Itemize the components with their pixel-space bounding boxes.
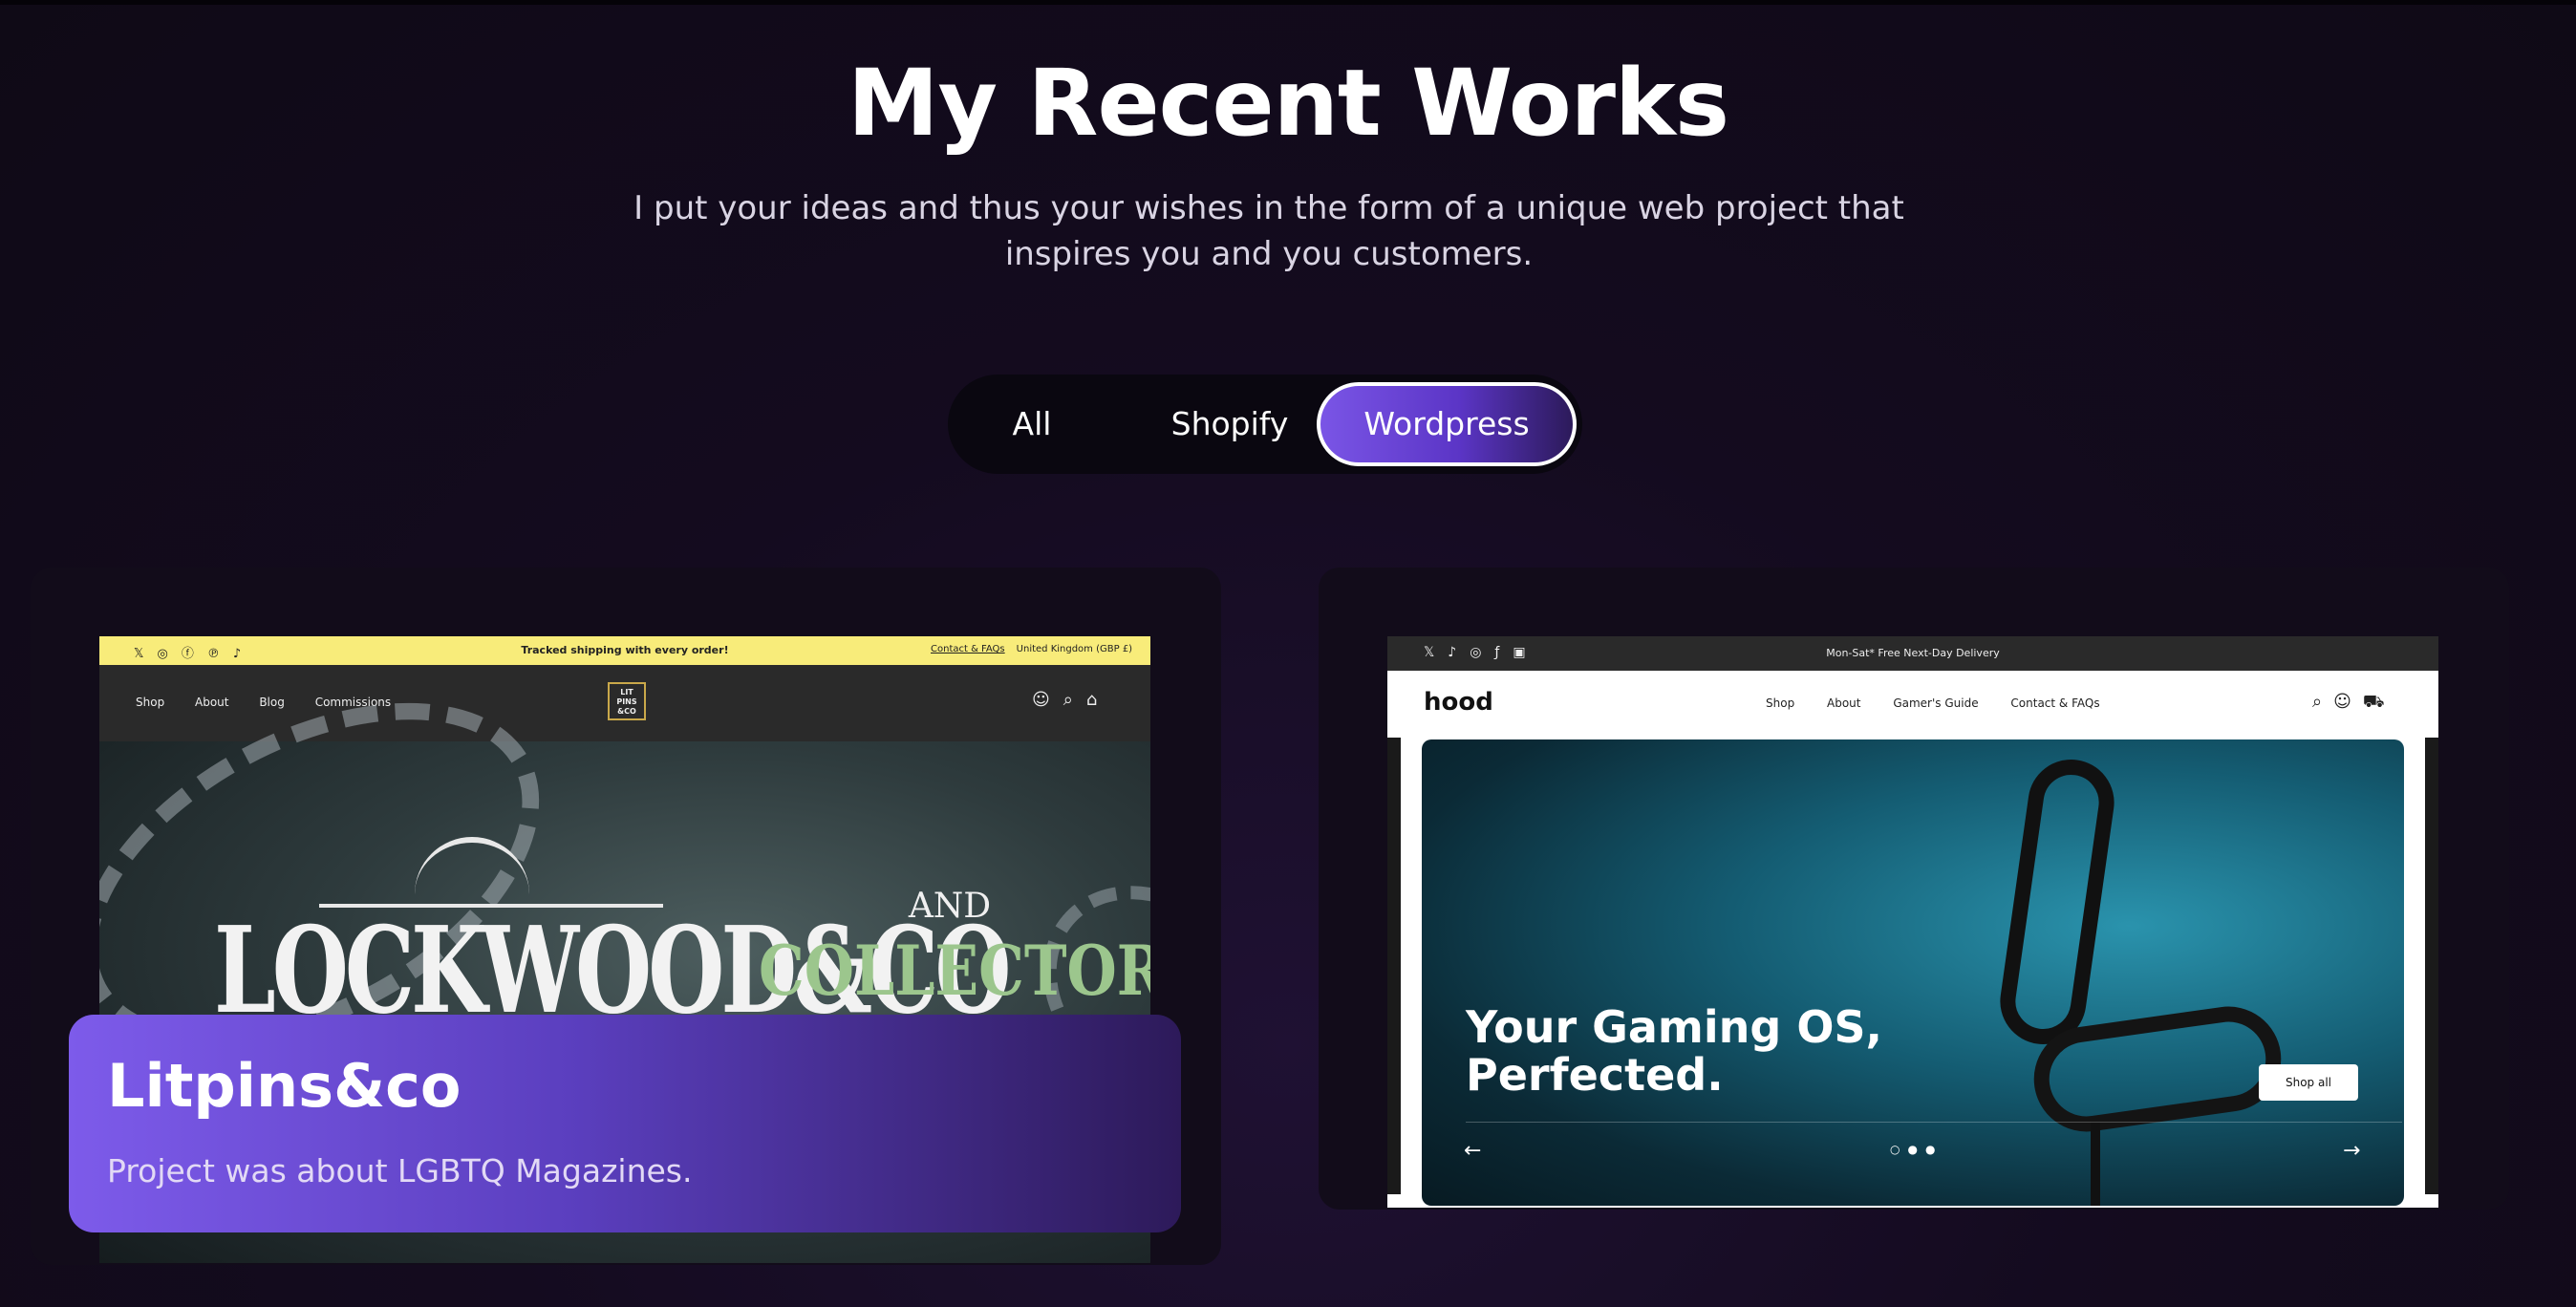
nav-shop: Shop bbox=[1766, 696, 1795, 710]
nav-shop: Shop bbox=[136, 696, 165, 709]
hero-banner: Your Gaming OS, Perfected. Shop all ← ○●… bbox=[1422, 739, 2404, 1206]
region-select: United Kingdom (GBP £) bbox=[1016, 644, 1133, 654]
carousel-dots: ○●● bbox=[1890, 1143, 1943, 1156]
chair-base-image bbox=[2091, 1122, 2100, 1206]
announcement-bar: 𝕏◎ⓕ℗♪ Tracked shipping with every order!… bbox=[99, 636, 1150, 665]
top-border bbox=[0, 0, 2576, 5]
site-nav: hood Shop About Gamer's Guide Contact & … bbox=[1387, 671, 2438, 738]
nav-gamers-guide: Gamer's Guide bbox=[1893, 696, 1979, 710]
nav-about: About bbox=[1827, 696, 1861, 710]
arrow-left-icon: ← bbox=[1464, 1139, 1482, 1163]
announcement-bar: 𝕏♪◎ƒ▣ Mon-Sat* Free Next-Day Delivery bbox=[1387, 636, 2438, 671]
site-logo: LIT PINS &CO bbox=[608, 682, 646, 720]
hero-title-line1: Your Gaming OS, bbox=[1466, 1001, 1883, 1053]
project-info-overlay[interactable]: Litpins&co Project was about LGBTQ Magaz… bbox=[69, 1015, 1181, 1232]
hero-divider bbox=[1466, 1122, 2402, 1123]
site-nav-icons: ☺⌕⌂ bbox=[1032, 690, 1111, 710]
site-nav-icons: ⌕☺⛟ bbox=[2312, 692, 2396, 712]
nav-contact: Contact & FAQs bbox=[2010, 696, 2100, 710]
section-title: My Recent Works bbox=[848, 50, 1729, 157]
project-description: Project was about LGBTQ Magazines. bbox=[107, 1152, 693, 1189]
nav-blog: Blog bbox=[259, 696, 285, 709]
arrow-right-icon: → bbox=[2343, 1139, 2361, 1163]
hero-collectors: COLLECTOR'S bbox=[759, 932, 1150, 1012]
chair-image bbox=[1994, 754, 2120, 1050]
site-nav-links: Shop About Gamer's Guide Contact & FAQs bbox=[1766, 696, 2129, 710]
site-nav: Shop About Blog Commissions LIT PINS &CO… bbox=[99, 665, 1150, 741]
project-name: Litpins&co bbox=[107, 1051, 462, 1121]
carousel-next-slide bbox=[2425, 738, 2438, 1194]
carousel-prev-slide bbox=[1387, 738, 1401, 1194]
tab-all[interactable]: All bbox=[986, 375, 1078, 474]
contact-link: Contact & FAQs bbox=[931, 644, 1005, 654]
hero-title-line2: Perfected. bbox=[1466, 1049, 1724, 1101]
shop-all-button: Shop all bbox=[2259, 1064, 2358, 1101]
section-subtitle: I put your ideas and thus your wishes in… bbox=[633, 189, 1904, 273]
hero-and: AND bbox=[908, 887, 992, 926]
project-screenshot-hood: 𝕏♪◎ƒ▣ Mon-Sat* Free Next-Day Delivery ho… bbox=[1387, 636, 2438, 1208]
tab-shopify[interactable]: Shopify bbox=[1129, 375, 1330, 474]
announcement-right: Contact & FAQs United Kingdom (GBP £) bbox=[931, 644, 1132, 654]
nav-about: About bbox=[195, 696, 229, 709]
announcement-text: Mon-Sat* Free Next-Day Delivery bbox=[1826, 647, 2000, 659]
hero-title: Your Gaming OS, Perfected. bbox=[1466, 1003, 1882, 1099]
filter-tabs: All Shopify Wordpress bbox=[948, 375, 1582, 474]
site-logo: hood bbox=[1424, 688, 1493, 717]
tab-wordpress[interactable]: Wordpress bbox=[1317, 382, 1577, 466]
